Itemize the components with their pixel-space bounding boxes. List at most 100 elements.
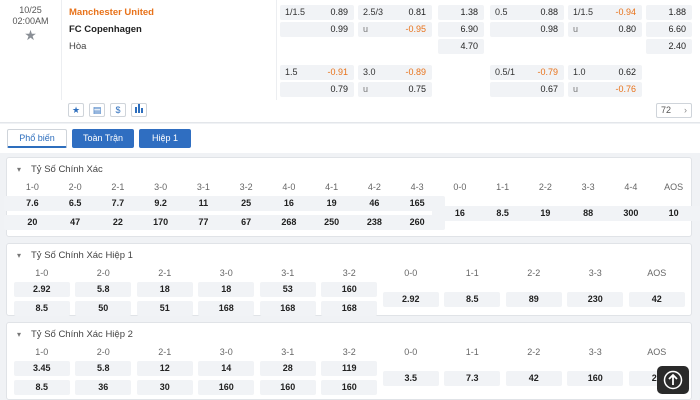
odds-cell[interactable]: 0.5/1 -0.79 xyxy=(490,65,564,80)
score-odds-cell[interactable]: 2.92 xyxy=(382,292,439,307)
odds-cell[interactable]: 0.79 xyxy=(280,82,354,97)
score-odds-cell[interactable]: 53 xyxy=(259,282,316,297)
section-header[interactable]: ▾ Tỷ Số Chính Xác Hiệp 2 xyxy=(17,329,133,340)
odds-cell[interactable]: 1.38 xyxy=(438,5,484,20)
odds-value: -0.91 xyxy=(327,67,348,77)
odds-value: -0.94 xyxy=(615,7,636,17)
odds-cell[interactable]: 3.0 -0.89 xyxy=(358,65,432,80)
odds-cell[interactable]: 0.98 xyxy=(490,22,564,37)
score-label: AOS xyxy=(664,182,684,192)
dollar-icon[interactable]: $ xyxy=(110,103,126,117)
odds-cell[interactable]: 0.99 xyxy=(280,22,354,37)
odds-cell[interactable]: 6.90 xyxy=(438,22,484,37)
tab-1[interactable]: Toàn Trận xyxy=(72,129,134,148)
score-label: 2-0 xyxy=(96,347,110,357)
odds-value: 0.81 xyxy=(408,7,426,17)
handicap-line: 1.5 xyxy=(285,67,298,77)
bar-chart-icon[interactable] xyxy=(131,103,147,117)
score-odds-cell[interactable]: 160 xyxy=(321,282,378,297)
score-odds-cell[interactable]: 168 xyxy=(198,301,255,316)
odds-cell[interactable]: 2.5/3 0.81 xyxy=(358,5,432,20)
home-team-name[interactable]: Manchester United xyxy=(69,7,154,18)
score-label: 1-1 xyxy=(465,268,479,278)
odds-value: 4.70 xyxy=(460,41,478,51)
odds-cell[interactable]: 1/1.5 0.89 xyxy=(280,5,354,20)
odds-cell[interactable]: u 0.75 xyxy=(358,82,432,97)
score-odds-cell[interactable]: 3.45 xyxy=(13,361,70,376)
odds-value: 6.60 xyxy=(668,24,686,34)
more-markets-button[interactable]: 72 › xyxy=(656,103,692,118)
odds-cell[interactable]: u 0.80 xyxy=(568,22,642,37)
score-odds-cell[interactable]: 5.8 xyxy=(75,282,132,297)
favorite-star-icon[interactable]: ★ xyxy=(68,103,84,117)
score-odds-cell[interactable]: 51 xyxy=(136,301,193,316)
score-odds-cell[interactable]: 14 xyxy=(198,361,255,376)
tab-2[interactable]: Hiệp 1 xyxy=(139,129,191,148)
score-label: 1-1 xyxy=(465,347,479,357)
odds-cell[interactable]: 1.0 0.62 xyxy=(568,65,642,80)
score-odds-cell[interactable]: 8.5 xyxy=(444,292,501,307)
section-title: Tỷ Số Chính Xác Hiệp 2 xyxy=(31,329,133,340)
odds-cell[interactable]: 1/1.5 -0.94 xyxy=(568,5,642,20)
score-odds-cell[interactable]: 2.92 xyxy=(13,282,70,297)
score-label: 2-1 xyxy=(158,347,172,357)
score-label: 3-2 xyxy=(342,347,356,357)
score-odds-cell[interactable]: 8.5 xyxy=(13,380,70,395)
score-odds-cell[interactable]: 119 xyxy=(321,361,378,376)
handicap-line: 2.5/3 xyxy=(363,7,384,17)
odds-cell[interactable]: 0.67 xyxy=(490,82,564,97)
score-odds-cell[interactable]: 28 xyxy=(259,361,316,376)
teams-cell: Manchester United FC Copenhagen Hòa xyxy=(62,0,277,100)
score-odds-cell[interactable]: 30 xyxy=(136,380,193,395)
handicap-line: 0.5 xyxy=(495,7,508,17)
score-odds-cell[interactable]: 42 xyxy=(505,371,562,386)
score-odds-cell[interactable]: 50 xyxy=(75,301,132,316)
odds-value: 1.38 xyxy=(460,7,478,17)
score-odds-cell[interactable]: 10 xyxy=(645,206,700,221)
odds-cell[interactable]: u -0.76 xyxy=(568,82,642,97)
score-odds-cell[interactable]: 168 xyxy=(259,301,316,316)
match-time: 02:00AM xyxy=(12,16,49,26)
score-odds-cell[interactable]: 8.5 xyxy=(13,301,70,316)
score-odds-cell[interactable]: 89 xyxy=(505,292,562,307)
score-odds-cell[interactable]: 12 xyxy=(136,361,193,376)
odds-cell[interactable]: u -0.95 xyxy=(358,22,432,37)
odds-value: 2.40 xyxy=(668,41,686,51)
odds-cell[interactable]: 1.88 xyxy=(646,5,692,20)
odds-cell[interactable]: 6.60 xyxy=(646,22,692,37)
section-header[interactable]: ▾ Tỷ Số Chính Xác xyxy=(17,164,103,175)
odds-cell[interactable]: 2.40 xyxy=(646,39,692,54)
chevron-down-icon: ▾ xyxy=(17,165,22,174)
score-odds-cell[interactable]: 3.5 xyxy=(382,371,439,386)
odds-value: 0.88 xyxy=(540,7,558,17)
away-team-name[interactable]: FC Copenhagen xyxy=(69,24,142,35)
score-odds-cell[interactable]: 168 xyxy=(321,301,378,316)
favorite-star-icon[interactable]: ★ xyxy=(0,28,61,42)
handicap-line: 0.5/1 xyxy=(495,67,516,77)
score-odds-cell[interactable]: 230 xyxy=(567,292,624,307)
score-odds-cell[interactable]: 36 xyxy=(75,380,132,395)
section-header[interactable]: ▾ Tỷ Số Chính Xác Hiệp 1 xyxy=(17,250,133,261)
stats-table-icon[interactable]: ▤ xyxy=(89,103,105,117)
score-label: 0-0 xyxy=(404,347,418,357)
odds-cell[interactable]: 4.70 xyxy=(438,39,484,54)
score-odds-cell[interactable]: 18 xyxy=(198,282,255,297)
score-odds-cell[interactable]: 5.8 xyxy=(75,361,132,376)
odds-cell[interactable]: 0.5 0.88 xyxy=(490,5,564,20)
odds-value: 0.99 xyxy=(330,24,348,34)
score-odds-cell[interactable]: 160 xyxy=(198,380,255,395)
odds-value: 0.80 xyxy=(618,24,636,34)
score-odds-cell[interactable]: 18 xyxy=(136,282,193,297)
score-odds-cell[interactable]: 160 xyxy=(321,380,378,395)
odds-value: 0.75 xyxy=(408,84,426,94)
scroll-to-top-button[interactable] xyxy=(657,366,689,394)
score-odds-cell[interactable]: 42 xyxy=(628,292,685,307)
score-odds-cell[interactable]: 160 xyxy=(567,371,624,386)
score-odds-cell[interactable]: 160 xyxy=(259,380,316,395)
chevron-down-icon: ▾ xyxy=(17,251,22,260)
tab-0[interactable]: Phổ biến xyxy=(7,129,67,148)
score-label: 3-2 xyxy=(342,268,356,278)
odds-cell[interactable]: 1.5 -0.91 xyxy=(280,65,354,80)
score-odds-cell[interactable]: 7.3 xyxy=(444,371,501,386)
score-label: AOS xyxy=(647,347,667,357)
